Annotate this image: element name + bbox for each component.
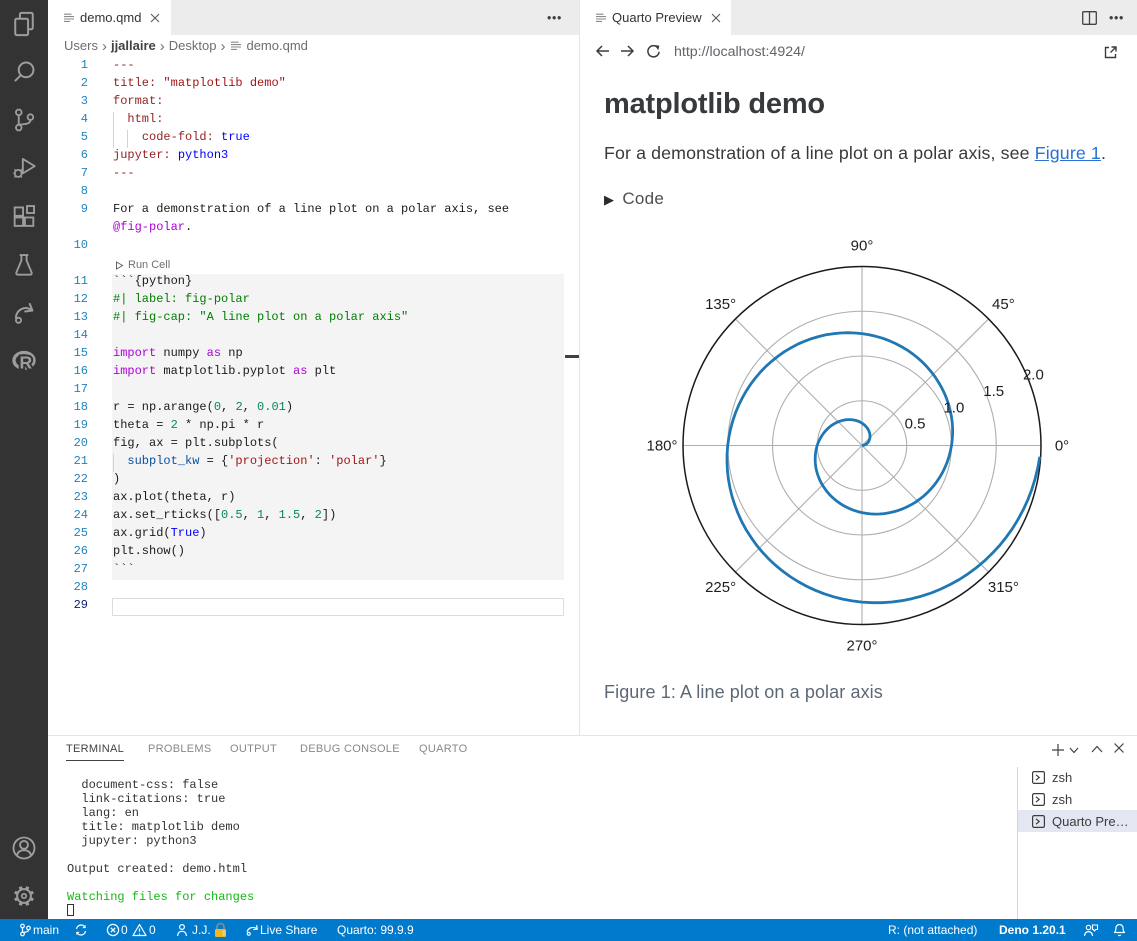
svg-text:270°: 270° [846,638,877,655]
svg-text:2.0: 2.0 [1023,367,1044,384]
svg-text:135°: 135° [705,296,736,313]
svg-text:1.0: 1.0 [943,399,964,416]
svg-text:45°: 45° [992,296,1015,313]
svg-text:180°: 180° [646,438,677,455]
svg-text:90°: 90° [851,238,874,255]
svg-text:1.5: 1.5 [983,383,1004,400]
svg-text:0.5: 0.5 [905,416,926,433]
svg-text:0°: 0° [1055,438,1069,455]
svg-text:R: R [20,352,33,372]
svg-text:315°: 315° [988,579,1019,596]
svg-text:225°: 225° [705,579,736,596]
